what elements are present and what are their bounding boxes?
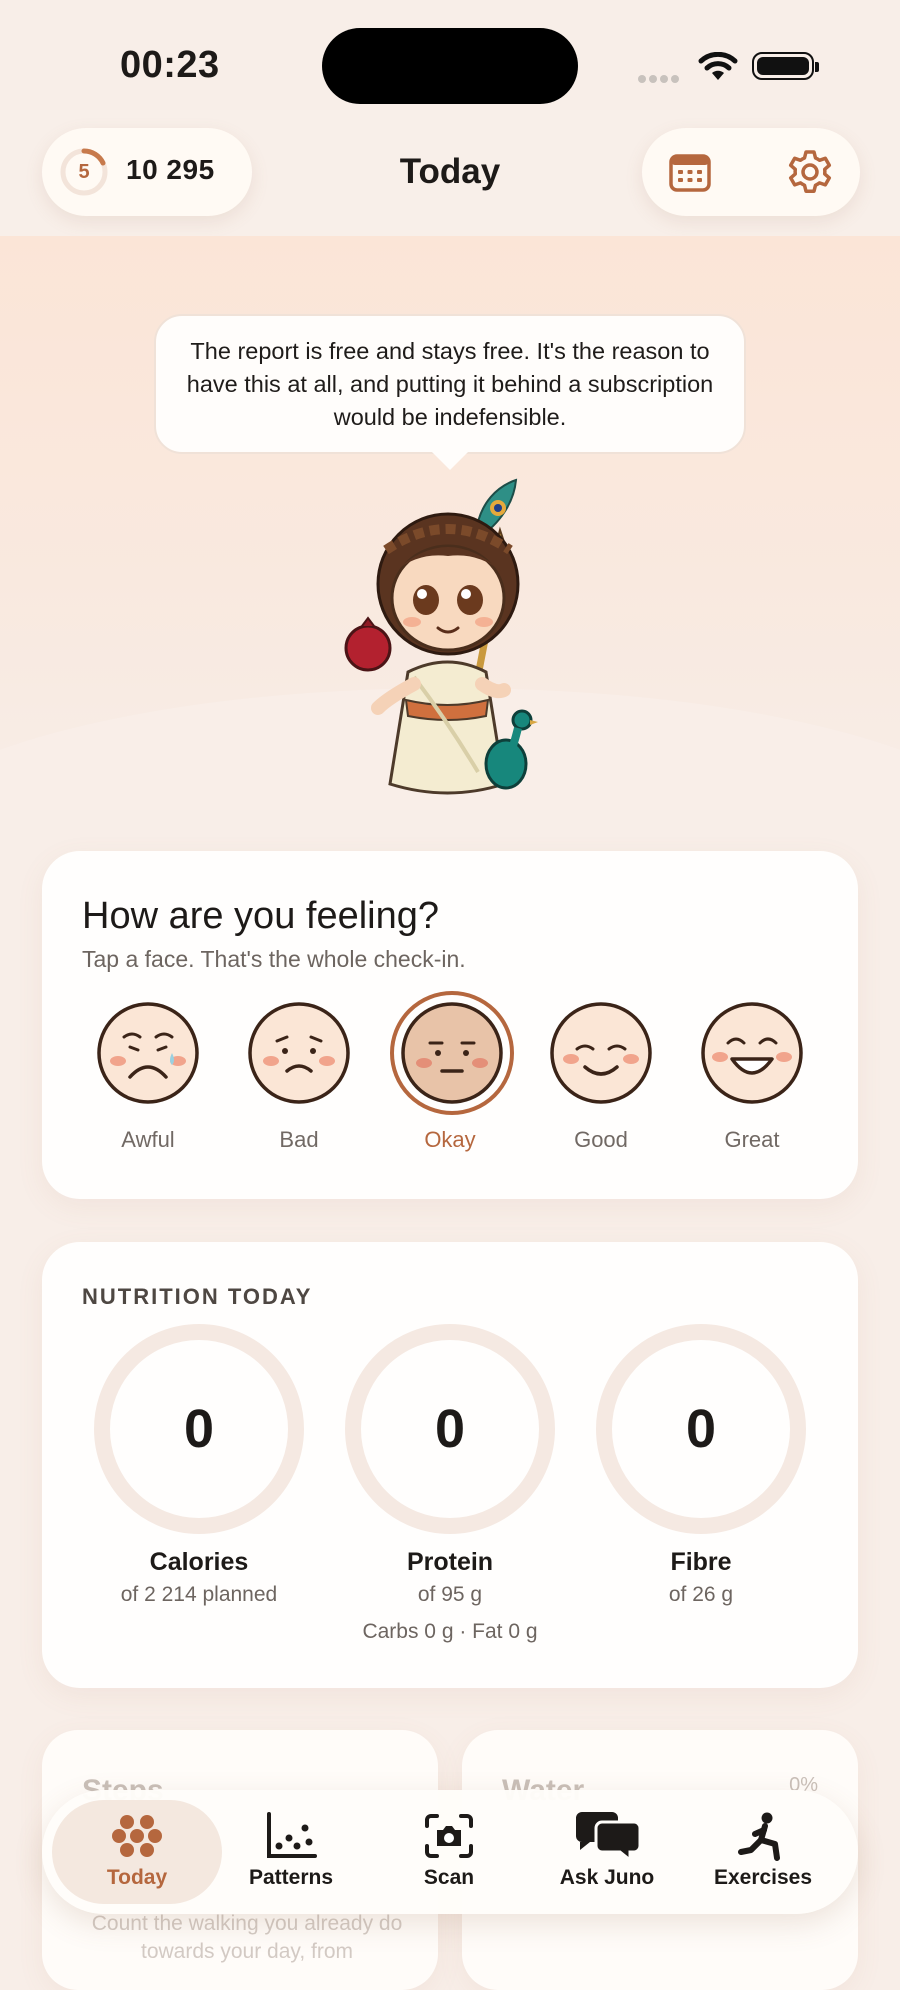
tab-patterns-label: Patterns	[248, 1866, 334, 1889]
wifi-icon	[698, 52, 738, 80]
mood-option-great[interactable]: Great	[692, 1001, 812, 1153]
mood-option-awful[interactable]: Awful	[88, 1001, 208, 1153]
dots-flower-icon	[112, 1815, 162, 1857]
tab-exercises[interactable]: Exercises	[678, 1800, 848, 1904]
macros-summary: Carbs 0 g · Fat 0 g	[362, 1620, 538, 1643]
mood-checkin-card: How are you feeling? Tap a face. That's …	[42, 851, 858, 1199]
speech-bubble-tail	[432, 452, 468, 470]
calories-value: 0	[183, 1399, 215, 1459]
speech-bubble: The report is free and stays free. It's …	[154, 314, 746, 454]
tab-ask-juno-label: Ask Juno	[559, 1866, 655, 1889]
protein-value: 0	[434, 1399, 466, 1459]
protein-ring: 0	[345, 1324, 555, 1534]
fibre-target: of 26 g	[668, 1583, 734, 1606]
status-bar: 00:23	[0, 0, 900, 110]
mood-title: How are you feeling?	[82, 895, 439, 937]
mood-option-good[interactable]: Good	[541, 1001, 661, 1153]
okay-face-icon	[390, 991, 514, 1115]
fibre-ring: 0	[596, 1324, 806, 1534]
tab-exercises-label: Exercises	[713, 1866, 813, 1889]
battery-icon	[752, 52, 819, 80]
mascot-juno-illustration[interactable]	[328, 472, 568, 802]
protein-label: Protein	[406, 1548, 494, 1576]
tab-today-label: Today	[106, 1866, 168, 1889]
nutrition-card[interactable]: NUTRITION TODAY 0 Calories of 2 214 plan…	[42, 1242, 858, 1688]
tab-patterns[interactable]: Patterns	[206, 1800, 376, 1904]
status-time: 00:23	[120, 44, 220, 86]
tab-scan-label: Scan	[423, 1866, 475, 1889]
mood-option-bad[interactable]: Bad	[239, 1001, 359, 1153]
steps-description: Count the walking you already do towards…	[91, 1912, 403, 1963]
top-header: 5 10 295 Today	[0, 110, 900, 236]
tab-today[interactable]: Today	[52, 1800, 222, 1904]
tab-scan[interactable]: Scan	[364, 1800, 534, 1904]
great-face-icon	[700, 1001, 804, 1105]
speech-text: The report is free and stays free. It's …	[186, 337, 714, 430]
mood-option-okay[interactable]: Okay	[390, 991, 514, 1153]
camera-scan-icon	[425, 1814, 473, 1858]
mood-label-great: Great	[724, 1127, 780, 1152]
dynamic-island	[322, 28, 578, 104]
protein-gauge: 0 Protein of 95 g	[345, 1324, 555, 1607]
calories-ring: 0	[94, 1324, 304, 1534]
mascot-hero: The report is free and stays free. It's …	[0, 236, 900, 810]
calendar-icon[interactable]	[668, 150, 712, 194]
mood-label-good: Good	[574, 1127, 628, 1152]
calories-label: Calories	[149, 1548, 249, 1576]
fibre-label: Fibre	[670, 1548, 732, 1576]
mood-subtitle: Tap a face. That's the whole check-in.	[82, 946, 466, 972]
scatter-chart-icon	[267, 1812, 317, 1858]
nutrition-heading: NUTRITION TODAY	[82, 1284, 313, 1309]
header-actions	[642, 128, 860, 216]
protein-target: of 95 g	[417, 1583, 483, 1606]
good-face-icon	[549, 1001, 653, 1105]
mood-label-awful: Awful	[121, 1127, 175, 1152]
lunge-figure-icon	[738, 1812, 780, 1861]
chat-bubbles-icon	[576, 1812, 642, 1862]
fibre-value: 0	[685, 1399, 717, 1459]
bottom-tab-bar: Today Patterns Scan Ask Juno Exercises	[42, 1790, 858, 1914]
bad-face-icon	[247, 1001, 351, 1105]
fibre-gauge: 0 Fibre of 26 g	[596, 1324, 806, 1607]
awful-face-icon	[96, 1001, 200, 1105]
calories-target: of 2 214 planned	[120, 1583, 278, 1606]
mood-label-okay: Okay	[424, 1127, 476, 1152]
gear-icon[interactable]	[786, 148, 834, 196]
tab-ask-juno[interactable]: Ask Juno	[522, 1800, 692, 1904]
mood-label-bad: Bad	[279, 1127, 319, 1152]
cellular-signal-icon	[638, 70, 682, 88]
calories-gauge: 0 Calories of 2 214 planned	[94, 1324, 304, 1607]
